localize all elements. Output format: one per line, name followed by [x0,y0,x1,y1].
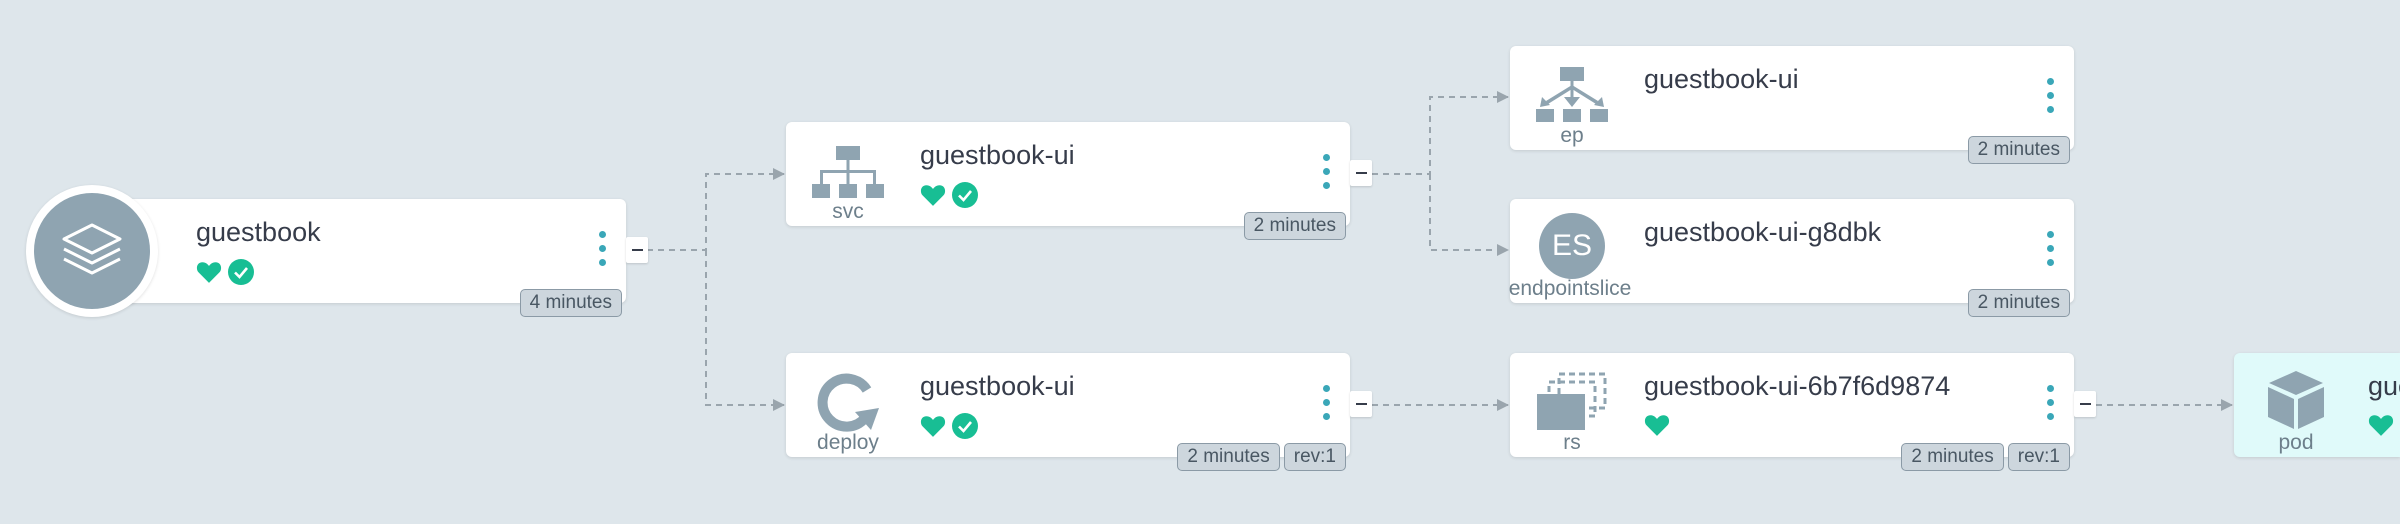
healthy-heart-icon [196,262,222,283]
healthy-heart-icon [920,416,946,437]
node-name: guestbook-ui [920,140,1075,170]
age-tag: 2 minutes [1967,136,2070,164]
healthy-heart-icon [1644,415,1670,436]
collapse-toggle[interactable] [626,237,648,263]
edge-app-deploy [705,250,785,411]
kind-icon: ES [1532,213,1612,279]
endpointslice-initials-icon: ES [1539,213,1605,279]
node-tags: 2 minutes rev:1 [1177,443,1346,471]
node-rs[interactable]: rs guestbook-ui-6b7f6d9874 2 minutes rev… [1510,353,2096,471]
node-name: guestbook-ui [1644,64,1799,94]
node-menu-button[interactable] [2044,231,2056,271]
revision-tag: rev:1 [1283,443,1346,471]
synced-check-icon [952,182,978,208]
node-name: guestbook-ui-6b7f6d9874 [1644,371,1951,401]
age-tag: 2 minutes [1901,443,2004,471]
kind-icon [808,142,888,204]
node-pod[interactable]: pod gue [2234,353,2400,457]
node-svc[interactable]: svc guestbook-ui 2 minutes [786,122,1372,240]
service-icon [812,146,884,198]
collapse-toggle[interactable] [1350,391,1372,417]
node-name: gue [2368,371,2400,401]
node-menu-button[interactable] [1320,154,1332,194]
node-deploy[interactable]: deploy guestbook-ui 2 minutes rev:1 [786,353,1372,471]
node-tags: 2 minutes [1243,212,1346,240]
node-tags: 2 minutes [1967,136,2070,164]
node-menu-button[interactable] [1320,385,1332,425]
synced-check-icon [952,413,978,439]
edge-svc-ep [1372,91,1509,175]
age-tag: 2 minutes [1243,212,1346,240]
collapse-toggle[interactable] [1350,160,1372,186]
age-tag: 4 minutes [519,289,622,317]
kind-label: ep [1560,124,1584,147]
node-name: guestbook [196,217,321,247]
age-tag: 2 minutes [1177,443,1280,471]
application-icon-badge [26,185,158,317]
revision-tag: rev:1 [2007,443,2070,471]
node-name: guestbook-ui [920,371,1075,401]
node-endpointslice[interactable]: ES endpointslice guestbook-ui-g8dbk 2 mi… [1508,199,2074,317]
node-status [920,413,978,439]
node-status [196,259,254,285]
replicaset-icon [1537,372,1607,430]
kind-label: pod [2278,431,2314,454]
node-status [2368,413,2394,437]
node-application[interactable]: guestbook 4 minutes [26,185,648,317]
endpoints-icon [1536,67,1608,122]
node-tags: 2 minutes rev:1 [1901,443,2070,471]
pod-icon [2268,371,2324,429]
kind-icon [1532,371,1612,433]
edge-svc-endpointslice [1429,174,1509,256]
node-menu-button[interactable] [2044,78,2056,118]
kind-icon [808,371,888,433]
kind-label: rs [1563,431,1581,454]
node-status [920,182,978,208]
kind-label: deploy [817,431,879,454]
kind-label: svc [832,200,864,223]
kind-icon [1532,64,1612,126]
node-name: guestbook-ui-g8dbk [1644,217,1882,247]
healthy-heart-icon [920,185,946,206]
node-status [1644,413,1670,437]
node-tags: 4 minutes [519,289,622,317]
layers-icon [62,223,122,275]
node-tags: 2 minutes [1967,289,2070,317]
kind-icon [2256,369,2336,431]
node-menu-button[interactable] [2044,385,2056,425]
healthy-heart-icon [2368,415,2394,436]
node-menu-button[interactable] [596,231,608,271]
edge-app-svc [647,168,785,251]
collapse-toggle[interactable] [2074,391,2096,417]
age-tag: 2 minutes [1967,289,2070,317]
deployment-icon [817,373,879,432]
kind-label: endpointslice [1508,277,1632,300]
node-ep[interactable]: ep guestbook-ui 2 minutes [1510,46,2074,164]
synced-check-icon [228,259,254,285]
